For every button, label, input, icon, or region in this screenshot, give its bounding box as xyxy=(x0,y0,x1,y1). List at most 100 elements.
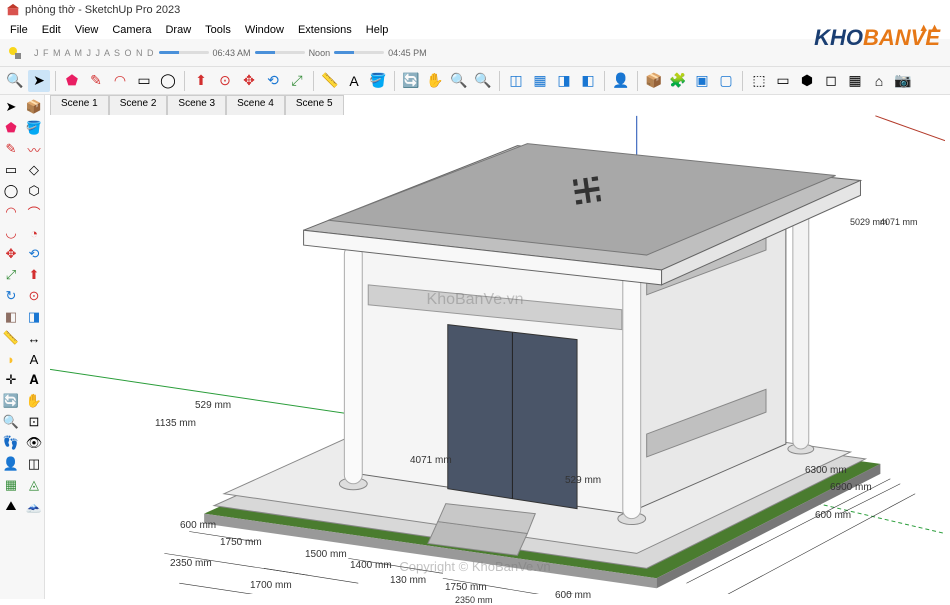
extension-icon[interactable]: 🧩 xyxy=(667,70,689,92)
orbit-icon[interactable]: 🔄 xyxy=(400,70,422,92)
text-tool-icon[interactable]: A xyxy=(24,349,44,369)
pencil-icon[interactable]: ✎ xyxy=(85,70,107,92)
look-icon[interactable]: 👁 xyxy=(24,433,44,453)
position-camera-icon[interactable]: 👤 xyxy=(1,454,21,474)
time-slider-2[interactable] xyxy=(334,51,384,54)
zoom-window-icon[interactable]: ⊡ xyxy=(24,412,44,432)
dim-600b: 600 mm xyxy=(555,590,591,601)
back-edges-icon[interactable]: ▢ xyxy=(715,70,737,92)
menu-window[interactable]: Window xyxy=(239,22,290,38)
arc2-icon[interactable]: ⌒ xyxy=(24,202,44,222)
rectangle-icon[interactable]: ▭ xyxy=(133,70,155,92)
styles-icon[interactable]: ⌂ xyxy=(868,70,890,92)
offset-tool-icon[interactable]: ⊙ xyxy=(24,286,44,306)
axes-icon[interactable]: ✛ xyxy=(1,370,21,390)
menu-camera[interactable]: Camera xyxy=(106,22,157,38)
circle-tool-icon[interactable]: ◯ xyxy=(1,181,21,201)
solid-intersect-icon[interactable]: ◨ xyxy=(24,307,44,327)
polygon-icon[interactable]: ⬡ xyxy=(24,181,44,201)
zoom-icon[interactable]: 🔍 xyxy=(448,70,470,92)
zoom-tool-icon[interactable]: 🔍 xyxy=(1,412,21,432)
text-icon[interactable]: A xyxy=(343,70,365,92)
section-cut-icon[interactable]: ◨ xyxy=(553,70,575,92)
paint-tool-icon[interactable]: 🪣 xyxy=(24,118,44,138)
walk-icon[interactable]: 👣 xyxy=(1,433,21,453)
arc-tool-icon[interactable]: ◠ xyxy=(1,202,21,222)
pushpull-icon[interactable]: ⬆ xyxy=(190,70,212,92)
sandbox3-icon[interactable]: ⛰ xyxy=(1,496,21,516)
solid-outer-icon[interactable]: ◧ xyxy=(1,307,21,327)
sandbox4-icon[interactable]: 🗻 xyxy=(24,496,44,516)
move-tool-icon[interactable]: ✥ xyxy=(1,244,21,264)
followme-icon[interactable]: ↻ xyxy=(1,286,21,306)
section-icon[interactable]: ◫ xyxy=(505,70,527,92)
dim-130: 130 mm xyxy=(390,575,426,586)
warehouse-icon[interactable]: 📦 xyxy=(643,70,665,92)
menu-file[interactable]: File xyxy=(4,22,34,38)
orbit-tool-icon[interactable]: 🔄 xyxy=(1,391,21,411)
zoom-extents-icon[interactable]: 🔍 xyxy=(472,70,494,92)
rotate-tool-icon[interactable]: ⟲ xyxy=(24,244,44,264)
app-icon xyxy=(6,3,20,17)
component-icon[interactable]: 📦 xyxy=(24,97,44,117)
menu-edit[interactable]: Edit xyxy=(36,22,67,38)
tab-scene4[interactable]: Scene 4 xyxy=(226,95,285,115)
shaded-icon[interactable]: ⬢ xyxy=(796,70,818,92)
date-slider[interactable] xyxy=(159,51,209,54)
sandbox1-icon[interactable]: ▦ xyxy=(1,475,21,495)
time-noon: Noon xyxy=(309,48,331,58)
section-tool-icon[interactable]: ◫ xyxy=(24,454,44,474)
circle-icon[interactable]: ◯ xyxy=(157,70,179,92)
rotated-rect-icon[interactable]: ◇ xyxy=(24,160,44,180)
photo-icon[interactable]: 📷 xyxy=(892,70,914,92)
pie-icon[interactable]: ◔ xyxy=(24,223,44,243)
rotate-icon[interactable]: ⟲ xyxy=(262,70,284,92)
xray-icon[interactable]: ▣ xyxy=(691,70,713,92)
tab-scene2[interactable]: Scene 2 xyxy=(109,95,168,115)
rect-tool-icon[interactable]: ▭ xyxy=(1,160,21,180)
menu-draw[interactable]: Draw xyxy=(159,22,197,38)
time-end: 04:45 PM xyxy=(388,48,427,58)
menu-tools[interactable]: Tools xyxy=(199,22,237,38)
pushpull-tool-icon[interactable]: ⬆ xyxy=(24,265,44,285)
textured-icon[interactable]: ▦ xyxy=(844,70,866,92)
hidden-line-icon[interactable]: ▭ xyxy=(772,70,794,92)
select-tool-icon[interactable]: ➤ xyxy=(1,97,21,117)
scale-icon[interactable]: ⤢ xyxy=(286,70,308,92)
time-slider[interactable] xyxy=(255,51,305,54)
wireframe-icon[interactable]: ⬚ xyxy=(748,70,770,92)
pan-tool-icon[interactable]: ✋ xyxy=(24,391,44,411)
tape-icon[interactable]: 📏 xyxy=(319,70,341,92)
tape-tool-icon[interactable]: 📏 xyxy=(1,328,21,348)
menu-view[interactable]: View xyxy=(69,22,105,38)
arc3-icon[interactable]: ◡ xyxy=(1,223,21,243)
tab-scene5[interactable]: Scene 5 xyxy=(285,95,344,115)
pan-icon[interactable]: ✋ xyxy=(424,70,446,92)
sandbox2-icon[interactable]: ◬ xyxy=(24,475,44,495)
section-fill-icon[interactable]: ◧ xyxy=(577,70,599,92)
eraser-tool-icon[interactable]: ⬟ xyxy=(1,118,21,138)
tab-scene1[interactable]: Scene 1 xyxy=(50,95,109,115)
offset-icon[interactable]: ⊙ xyxy=(214,70,236,92)
move-icon[interactable]: ✥ xyxy=(238,70,260,92)
monochrome-icon[interactable]: ◻ xyxy=(820,70,842,92)
dimension-icon[interactable]: ↔ xyxy=(24,328,44,348)
line-tool-icon[interactable]: ✎ xyxy=(1,139,21,159)
3dtext-icon[interactable]: 𝐀 xyxy=(24,370,44,390)
select-icon[interactable]: ➤ xyxy=(28,70,50,92)
arc-icon[interactable]: ◠ xyxy=(109,70,131,92)
menu-extensions[interactable]: Extensions xyxy=(292,22,358,38)
shadow-toggle-icon[interactable] xyxy=(4,42,26,64)
freehand-icon[interactable]: 〰 xyxy=(24,139,44,159)
section-display-icon[interactable]: ▦ xyxy=(529,70,551,92)
menu-help[interactable]: Help xyxy=(360,22,395,38)
scale-tool-icon[interactable]: ⤢ xyxy=(1,265,21,285)
tab-scene3[interactable]: Scene 3 xyxy=(167,95,226,115)
paint-icon[interactable]: 🪣 xyxy=(367,70,389,92)
search-icon[interactable]: 🔍 xyxy=(4,70,26,92)
person-icon[interactable]: 👤 xyxy=(610,70,632,92)
month-scale: J F M A M J J A S O N D xyxy=(34,48,155,58)
protractor-icon[interactable]: ◗ xyxy=(1,349,21,369)
eraser-icon[interactable]: ⬟ xyxy=(61,70,83,92)
brand-logo: ▲▲ KHOBANVE xyxy=(814,25,940,51)
